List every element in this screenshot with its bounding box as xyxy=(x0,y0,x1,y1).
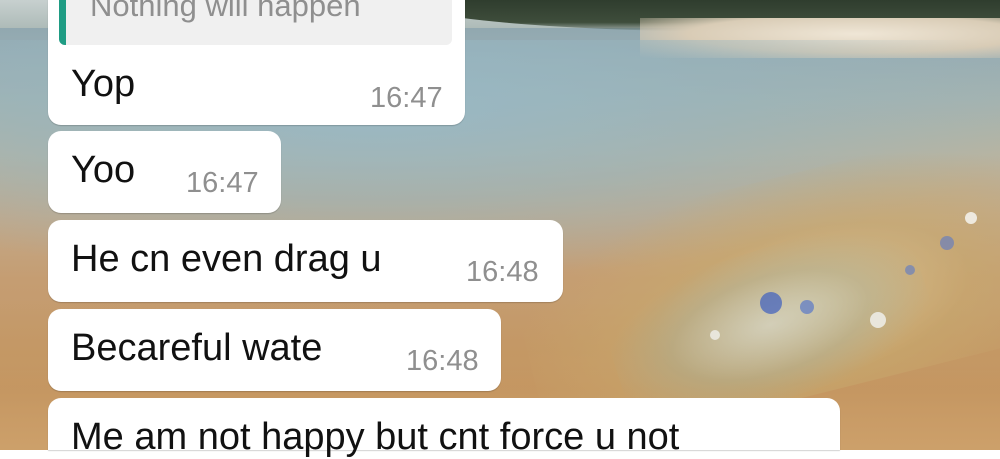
message-timestamp: 16:48 xyxy=(406,345,479,377)
message-text: Yoo xyxy=(71,149,136,191)
message-bubble[interactable]: Nothing will happen Yop 16:47 xyxy=(48,0,465,125)
message-timestamp: 16:48 xyxy=(466,256,539,288)
quoted-message-text: Nothing will happen xyxy=(90,0,361,23)
message-bubble[interactable]: Me am not happy but cnt force u not xyxy=(48,398,840,458)
quote-accent-bar xyxy=(59,0,66,45)
message-text: Me am not happy but cnt force u not xyxy=(71,416,680,458)
message-text: He cn even drag u xyxy=(71,238,382,280)
wallpaper-glint xyxy=(870,312,886,328)
message-bubble[interactable]: Yoo 16:47 xyxy=(48,131,281,213)
wallpaper-glint xyxy=(940,236,954,250)
message-timestamp: 16:47 xyxy=(186,167,259,199)
wallpaper-glint xyxy=(965,212,977,224)
wallpaper-glint xyxy=(760,292,782,314)
message-timestamp: 16:47 xyxy=(370,82,443,114)
quoted-message[interactable]: Nothing will happen xyxy=(59,0,452,45)
message-text: Yop xyxy=(71,63,136,105)
wallpaper-glint xyxy=(710,330,720,340)
message-bubble[interactable]: Becareful wate 16:48 xyxy=(48,309,501,391)
wallpaper-glint xyxy=(905,265,915,275)
message-bubble[interactable]: He cn even drag u 16:48 xyxy=(48,220,563,302)
message-text: Becareful wate xyxy=(71,327,323,369)
wallpaper-glint xyxy=(800,300,814,314)
